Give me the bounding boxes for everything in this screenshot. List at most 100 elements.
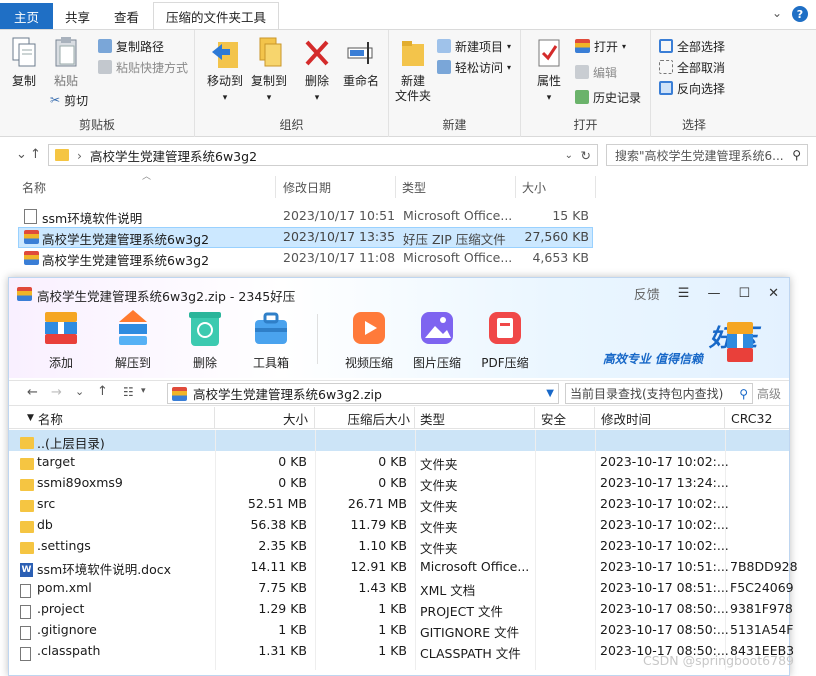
archive-entry-row[interactable]: .settings 2.35 KB 1.10 KB 文件夹 2023-10-17 10:…: [9, 535, 789, 556]
image-compress-button[interactable]: 图片压缩: [407, 308, 467, 371]
file-size: 15 KB: [552, 208, 589, 223]
new-folder-button[interactable]: 新建 文件夹: [393, 36, 433, 104]
select-none-button[interactable]: 全部取消: [659, 57, 725, 77]
chevron-down-icon[interactable]: ⌄: [565, 150, 573, 161]
easy-access-icon: [437, 60, 451, 74]
tab-home[interactable]: 主页: [0, 3, 54, 29]
column-type[interactable]: 类型: [396, 176, 516, 198]
file-row[interactable]: 高校学生党建管理系统6w3g2 2023/10/17 11:08 Microso…: [18, 248, 593, 269]
invert-selection-button[interactable]: 反向选择: [659, 78, 725, 98]
archive-entry-row[interactable]: pom.xml 7.75 KB 1.43 KB XML 文档 2023-10-17 08…: [9, 577, 794, 598]
forward-arrow-icon[interactable]: →: [51, 385, 62, 400]
archive-entry-row[interactable]: target 0 KB 0 KB 文件夹 2023-10-17 10:02:...: [9, 451, 789, 472]
chevron-down-icon[interactable]: ⌄: [772, 6, 782, 22]
file-row[interactable]: ssm环境软件说明 2023/10/17 10:51 Microsoft Off…: [18, 206, 593, 227]
menu-icon[interactable]: ☰: [678, 286, 690, 301]
haozip-delete-button[interactable]: 删除: [175, 308, 235, 371]
copy-path-button[interactable]: 复制路径: [98, 36, 164, 56]
archive-entry-row[interactable]: .gitignore 1 KB 1 KB GITIGNORE 文件 2023-10-17…: [9, 619, 793, 640]
paste-button[interactable]: 粘贴: [48, 36, 84, 89]
entry-modified-time: 2023-10-17 10:51:...: [600, 559, 729, 574]
move-to-button[interactable]: 移动到 ▾: [203, 36, 247, 106]
rename-button[interactable]: 重命名: [339, 36, 383, 89]
organize-group-label: 组织: [279, 118, 304, 132]
folder-icon: [20, 437, 34, 449]
dropdown-arrow-icon[interactable]: ▼: [546, 388, 554, 399]
window-controls: 反馈 ☰ — ☐ ✕: [634, 284, 779, 303]
advanced-search-link[interactable]: 高级: [757, 385, 781, 402]
up-arrow-icon[interactable]: ↑: [30, 147, 41, 162]
easy-access-button[interactable]: 轻松访问 ▾: [437, 57, 511, 77]
column-size[interactable]: 大小: [516, 176, 596, 198]
column-name[interactable]: 名称: [18, 176, 276, 198]
video-compress-button[interactable]: 视频压缩: [339, 308, 399, 371]
refresh-icon[interactable]: ↻: [581, 148, 591, 163]
toolbox-button[interactable]: 工具箱: [241, 308, 301, 371]
dropdown-arrow-icon: ▾: [266, 93, 272, 103]
archive-entry-row[interactable]: Wssm环境软件说明.docx 14.11 KB 12.91 KB Microsoft…: [9, 556, 798, 577]
entry-name: pom.xml: [37, 580, 92, 595]
folder-icon: [20, 521, 34, 533]
archive-entry-row[interactable]: ssmi89oxms9 0 KB 0 KB 文件夹 2023-10-17 13:24:.…: [9, 472, 789, 493]
up-arrow-icon[interactable]: ↑: [97, 384, 108, 399]
haozip-search-input[interactable]: 当前目录查找(支持包内查找) ⚲: [565, 383, 753, 404]
edit-icon: [575, 65, 589, 79]
column-crc32[interactable]: CRC32: [725, 407, 789, 429]
tab-view[interactable]: 查看: [102, 3, 151, 29]
file-row-selected[interactable]: 高校学生党建管理系统6w3g2 2023/10/17 13:35 好压 ZIP …: [18, 227, 593, 248]
history-button[interactable]: 历史记录: [575, 87, 641, 107]
column-packed-size[interactable]: 压缩后大小: [315, 407, 415, 429]
column-name[interactable]: ▼ 名称: [13, 407, 215, 429]
extract-to-button[interactable]: 解压到: [103, 308, 163, 371]
parent-directory-row[interactable]: ..(上层目录): [9, 430, 789, 451]
select-none-icon: [659, 60, 673, 74]
properties-label: 属性: [536, 74, 561, 88]
column-size[interactable]: 大小: [215, 407, 315, 429]
maximize-icon[interactable]: ☐: [738, 286, 750, 301]
column-date[interactable]: 修改日期: [276, 176, 396, 198]
view-mode-icon[interactable]: ☷: [123, 385, 134, 399]
entry-name: src: [37, 496, 56, 511]
edit-button[interactable]: 编辑: [575, 62, 617, 82]
back-arrow-icon[interactable]: ←: [27, 385, 38, 400]
archive-entry-row[interactable]: .project 1.29 KB 1 KB PROJECT 文件 2023-10-17 …: [9, 598, 793, 619]
column-security[interactable]: 安全: [535, 407, 595, 429]
open-button[interactable]: 打开 ▾: [575, 36, 626, 56]
haozip-header: 高校学生党建管理系统6w3g2.zip - 2345好压 反馈 ☰ — ☐ ✕ …: [9, 278, 789, 378]
cut-button[interactable]: ✂ 剪切: [50, 90, 88, 110]
chevron-down-icon[interactable]: ▾: [141, 386, 146, 396]
pdf-compress-button[interactable]: PDF压缩: [475, 308, 535, 371]
feedback-link[interactable]: 反馈: [634, 284, 660, 303]
tab-share[interactable]: 共享: [53, 3, 102, 29]
haozip-address-bar[interactable]: 高校学生党建管理系统6w3g2.zip ▼: [167, 383, 559, 404]
copy-button[interactable]: 复制: [6, 36, 42, 89]
add-button[interactable]: 添加: [31, 308, 91, 371]
rename-icon: [346, 36, 376, 70]
column-type[interactable]: 类型: [415, 407, 535, 429]
chevron-down-icon[interactable]: ⌄: [75, 385, 84, 398]
chevron-down-icon[interactable]: ⌄: [16, 147, 27, 162]
address-bar[interactable]: › 高校学生党建管理系统6w3g2 ⌄ ↻: [48, 144, 598, 166]
column-modified-time[interactable]: 修改时间: [595, 407, 725, 429]
help-icon[interactable]: ?: [792, 6, 808, 22]
copy-to-button[interactable]: 复制到 ▾: [247, 36, 291, 106]
close-icon[interactable]: ✕: [768, 286, 779, 301]
archive-entry-row[interactable]: db 56.38 KB 11.79 KB 文件夹 2023-10-17 10:02:..…: [9, 514, 789, 535]
select-all-button[interactable]: 全部选择: [659, 36, 725, 56]
paste-shortcut-button[interactable]: 粘贴快捷方式: [98, 57, 188, 77]
folder-icon: [55, 149, 69, 161]
select-all-icon: [659, 39, 673, 53]
tab-compressed-tools[interactable]: 压缩的文件夹工具: [153, 2, 280, 29]
archive-entry-row[interactable]: src 52.51 MB 26.71 MB 文件夹 2023-10-17 10:02:.…: [9, 493, 789, 514]
entry-modified-time: 2023-10-17 08:50:...: [600, 622, 729, 637]
new-item-button[interactable]: 新建项目 ▾: [437, 36, 511, 56]
minimize-icon[interactable]: —: [707, 286, 720, 301]
file-type: Microsoft Office...: [403, 208, 513, 223]
entry-packed-size: 1 KB: [378, 643, 407, 658]
search-input[interactable]: 搜索"高校学生党建管理系统6... ⚲: [606, 144, 808, 166]
file-icon: [20, 584, 31, 598]
haozip-delete-label: 删除: [192, 356, 217, 370]
properties-button[interactable]: 属性 ▾: [531, 36, 567, 106]
delete-button[interactable]: 删除 ▾: [299, 36, 335, 106]
search-icon: ⚲: [792, 148, 801, 162]
